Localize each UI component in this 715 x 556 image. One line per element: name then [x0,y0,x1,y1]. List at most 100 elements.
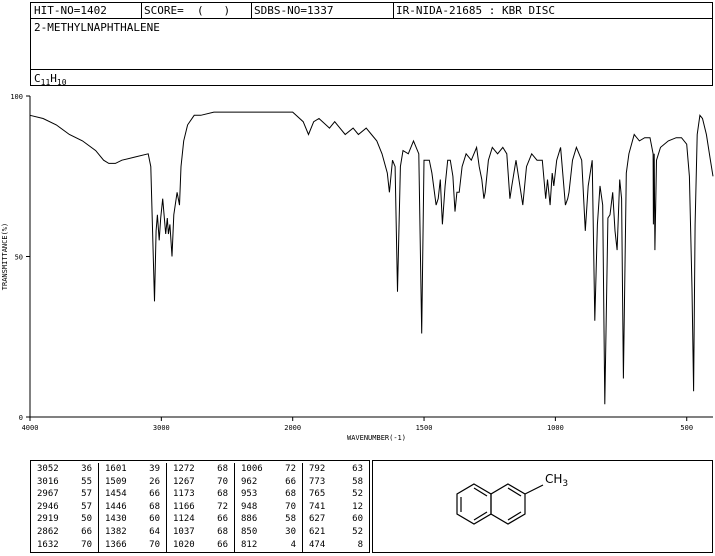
peak-wavenumber: 1454 [105,489,127,500]
peak-row: 1382 64 [99,526,166,539]
peak-wavenumber: 1509 [105,476,127,487]
peak-wavenumber: 812 [241,539,258,550]
peak-wavenumber: 962 [241,476,258,487]
peak-row: 621 52 [303,526,369,539]
peak-wavenumber: 2967 [37,489,59,500]
peak-row: 1173 68 [167,488,234,501]
peak-row: 1020 66 [167,539,234,552]
peak-row: 765 52 [303,488,369,501]
x-tick-label: 500 [680,424,693,432]
peak-wavenumber: 1632 [37,539,59,550]
peak-row: 1272 68 [167,463,234,476]
peak-row: 1601 39 [99,463,166,476]
peak-transmittance: 12 [352,501,363,512]
peak-wavenumber: 1166 [173,501,195,512]
peak-wavenumber: 948 [241,501,258,512]
peak-wavenumber: 3016 [37,476,59,487]
peak-wavenumber: 953 [241,489,258,500]
peak-row: 474 8 [303,539,369,552]
peak-wavenumber: 1037 [173,526,195,537]
peak-wavenumber: 741 [309,501,326,512]
peak-wavenumber: 773 [309,476,326,487]
compound-name: 2-METHYLNAPHTHALENE [34,21,160,34]
y-tick-label: 50 [15,254,23,262]
peak-wavenumber: 765 [309,489,326,500]
peak-row: 2862 66 [31,526,98,539]
peak-transmittance: 72 [217,501,228,512]
peak-wavenumber: 1173 [173,489,195,500]
peak-wavenumber: 2862 [37,526,59,537]
peak-row: 627 60 [303,513,369,526]
ir-nida-number: IR-NIDA-21685 : KBR DISC [396,4,555,17]
peak-transmittance: 68 [217,526,228,537]
peak-transmittance: 57 [81,489,92,500]
peak-wavenumber: 850 [241,526,258,537]
peak-column: 1006 72 962 66 953 68 948 70 886 58 850 30 812 4 [235,463,303,552]
peak-transmittance: 68 [149,501,160,512]
peak-transmittance: 58 [352,476,363,487]
y-tick-label: 100 [10,93,23,101]
2-methylnaphthalene-structure-icon: CH3 [456,472,568,525]
peak-transmittance: 4 [290,539,296,550]
peak-row: 812 4 [235,539,302,552]
methyl-label: CH3 [545,472,568,489]
peak-wavenumber: 2919 [37,514,59,525]
peak-transmittance: 66 [217,539,228,550]
peak-row: 1124 66 [167,513,234,526]
y-tick-label: 0 [19,414,23,422]
molecular-formula: C11H10 [34,72,67,88]
peak-transmittance: 66 [149,489,160,500]
header-row: HIT-NO=1402 SCORE= ( ) SDBS-NO=1337 IR-N… [31,3,712,19]
peak-row: 2946 57 [31,501,98,514]
peak-row: 1267 70 [167,476,234,489]
peak-transmittance: 55 [81,476,92,487]
peak-transmittance: 64 [149,526,160,537]
x-tick-label: 4000 [22,424,39,432]
peak-wavenumber: 1601 [105,464,127,474]
peak-transmittance: 70 [81,539,92,550]
peak-transmittance: 30 [285,526,296,537]
plot-frame [29,96,713,418]
peak-row: 1166 72 [167,501,234,514]
peak-row: 1006 72 [235,463,302,476]
peak-row: 2967 57 [31,488,98,501]
peak-row: 3016 55 [31,476,98,489]
peak-transmittance: 50 [81,514,92,525]
peak-transmittance: 39 [149,464,160,474]
peak-transmittance: 60 [352,514,363,525]
peak-row: 1366 70 [99,539,166,552]
peak-row: 1430 60 [99,513,166,526]
peak-wavenumber: 1020 [173,539,195,550]
peak-row: 3052 36 [31,463,98,476]
peak-transmittance: 68 [217,489,228,500]
peak-row: 953 68 [235,488,302,501]
peak-transmittance: 70 [217,476,228,487]
peak-transmittance: 72 [285,464,296,474]
peak-wavenumber: 1267 [173,476,195,487]
peak-row: 773 58 [303,476,369,489]
peak-transmittance: 58 [285,514,296,525]
peak-wavenumber: 1272 [173,464,195,474]
peak-transmittance: 52 [352,489,363,500]
peak-column: 792 63 773 58 765 52 741 12 627 60 621 52 474 8 [303,463,369,552]
peak-wavenumber: 1446 [105,501,127,512]
peak-transmittance: 68 [285,489,296,500]
peak-wavenumber: 627 [309,514,326,525]
peak-wavenumber: 886 [241,514,258,525]
peak-wavenumber: 3052 [37,464,59,474]
peak-transmittance: 60 [149,514,160,525]
peak-row: 741 12 [303,501,369,514]
peak-column: 3052 36 3016 55 2967 57 2946 57 2919 50 2862 66 1632… [31,463,99,552]
peak-row: 850 30 [235,526,302,539]
peak-row: 1632 70 [31,539,98,552]
peak-transmittance: 66 [285,476,296,487]
x-tick-label: 3000 [153,424,170,432]
x-tick-label: 1500 [416,424,433,432]
peak-transmittance: 63 [352,464,363,474]
peak-wavenumber: 2946 [37,501,59,512]
peak-row: 886 58 [235,513,302,526]
peak-wavenumber: 1382 [105,526,127,537]
sdbs-number: SDBS-NO=1337 [254,4,334,17]
x-tick-label: 2000 [284,424,301,432]
peak-transmittance: 57 [81,501,92,512]
